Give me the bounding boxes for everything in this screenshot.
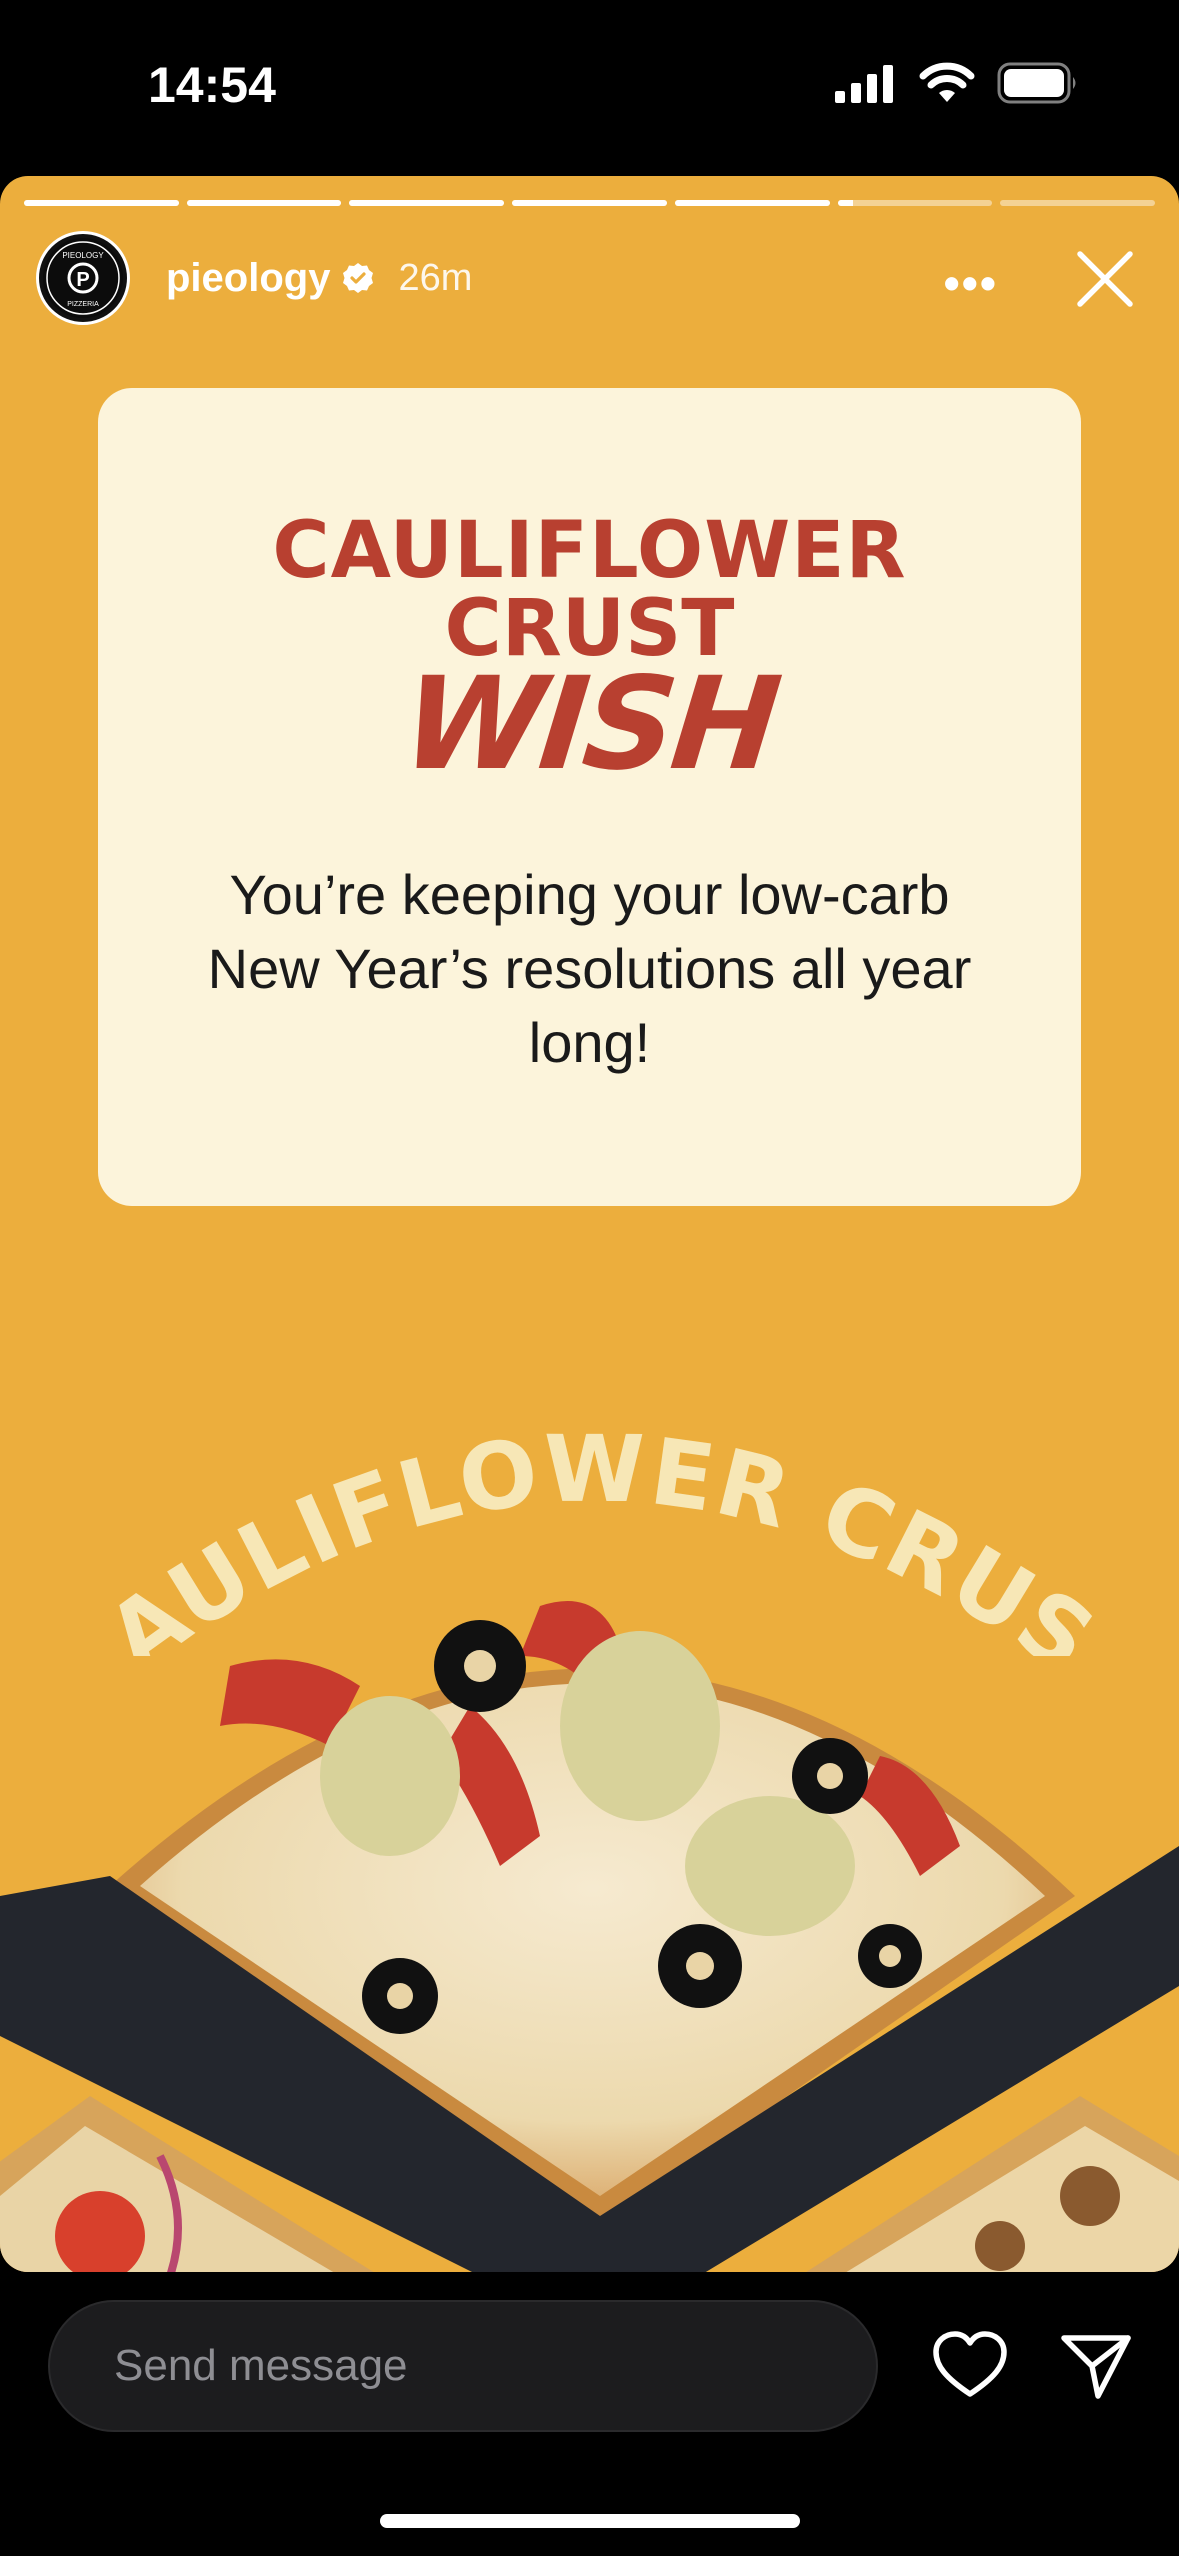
progress-segment-fill xyxy=(837,200,854,206)
pizza-image xyxy=(0,1601,1179,2272)
card-title-line1: CAULIFLOWER xyxy=(272,506,907,596)
progress-segment-fill xyxy=(674,200,830,206)
card-body-text: You’re keeping your low-carb New Year’s … xyxy=(207,863,972,1074)
status-bar: 14:54 xyxy=(0,0,1179,175)
logo-top-text: PIEOLOGY xyxy=(62,251,104,260)
status-time: 14:54 xyxy=(148,57,276,113)
send-message-input[interactable] xyxy=(48,2300,878,2432)
progress-segment xyxy=(186,200,342,206)
progress-segment xyxy=(674,200,830,206)
progress-segment xyxy=(837,200,993,206)
progress-segment-fill xyxy=(24,200,179,206)
progress-segment-fill xyxy=(186,200,342,206)
logo-letter: P xyxy=(76,269,89,291)
progress-segment xyxy=(512,200,667,206)
more-options-button[interactable]: ••• xyxy=(944,256,998,310)
avatar[interactable]: P PIEOLOGY PIZZERIA xyxy=(36,231,130,325)
close-icon[interactable] xyxy=(1074,248,1136,310)
progress-segment xyxy=(1000,200,1156,206)
wifi-icon xyxy=(919,62,975,102)
verified-badge-icon xyxy=(343,263,374,293)
story-container[interactable]: P PIEOLOGY PIZZERIA pieology 26m ••• CAU… xyxy=(0,176,1179,2272)
pieology-logo: P PIEOLOGY PIZZERIA xyxy=(43,238,123,318)
battery-icon xyxy=(997,62,1076,104)
home-indicator[interactable] xyxy=(380,2514,800,2528)
post-time: 26m xyxy=(398,256,473,299)
progress-segment xyxy=(24,200,179,206)
progress-segment xyxy=(349,200,505,206)
bottom-bar xyxy=(0,2272,1179,2556)
username[interactable]: pieology xyxy=(166,256,330,301)
progress-segment-fill xyxy=(512,200,667,206)
logo-bottom-text: PIZZERIA xyxy=(67,301,99,308)
promo-card: CAULIFLOWER CRUST WISH You’re keeping yo… xyxy=(98,388,1081,1206)
story-header: P PIEOLOGY PIZZERIA pieology 26m ••• xyxy=(36,228,1146,328)
card-title-line3: WISH xyxy=(395,650,784,799)
heart-icon[interactable] xyxy=(932,2328,1008,2404)
cellular-signal-icon xyxy=(835,65,893,103)
progress-segment-fill xyxy=(349,200,505,206)
status-icons xyxy=(835,62,1079,104)
story-progress-bar xyxy=(24,200,1156,206)
send-icon[interactable] xyxy=(1058,2328,1134,2404)
